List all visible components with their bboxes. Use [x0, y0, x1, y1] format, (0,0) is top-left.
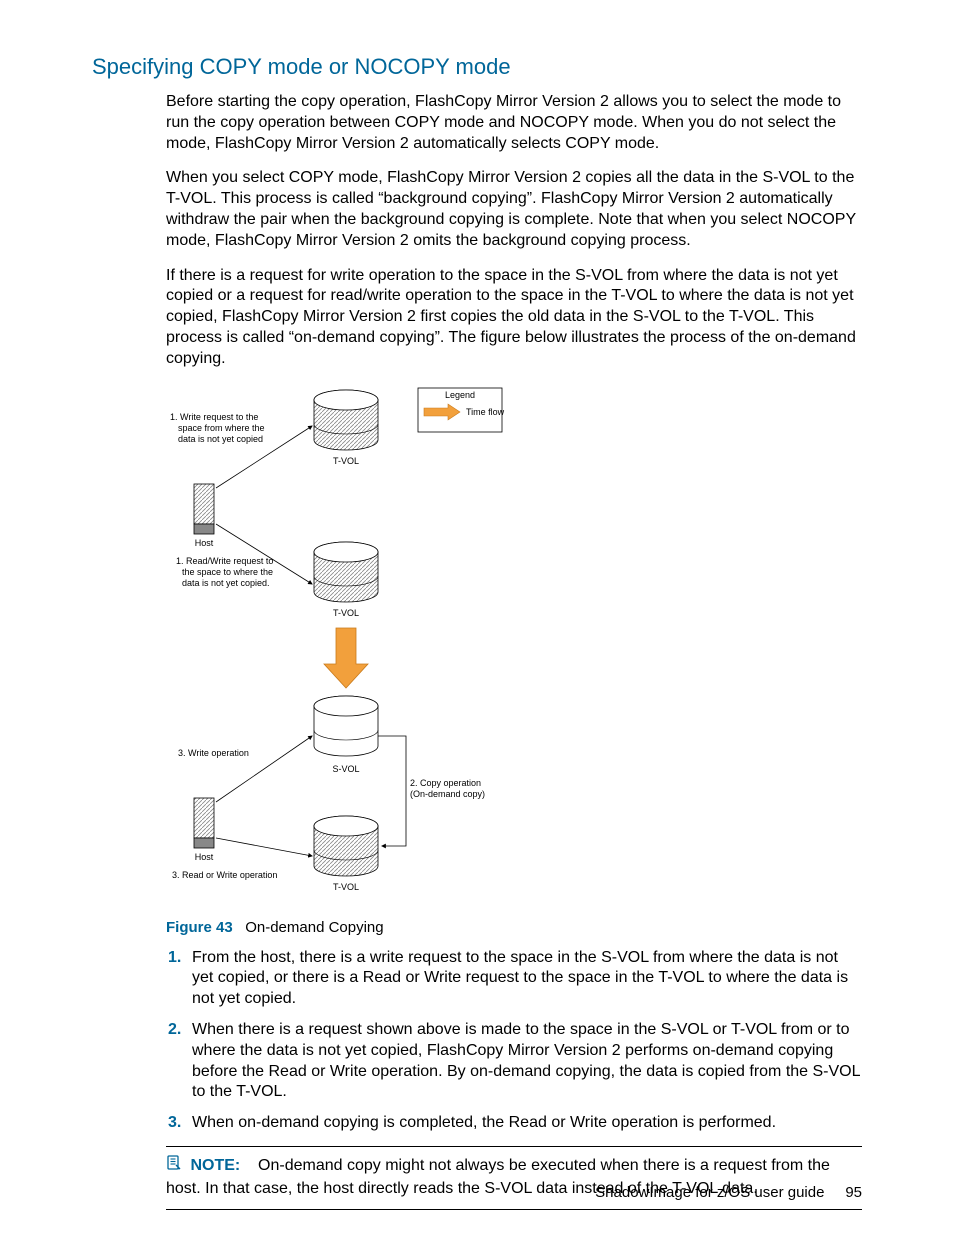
read-request-l1: 1. Read/Write request to — [176, 556, 273, 566]
note-icon — [166, 1155, 182, 1178]
tvol-label-3: T-VOL — [333, 882, 359, 892]
list-item: When there is a request shown above is m… — [188, 1020, 862, 1103]
write-request-l1: 1. Write request to the — [170, 412, 258, 422]
read-request-l2: the space to where the — [182, 567, 273, 577]
host-icon-2 — [194, 798, 214, 848]
svol-cylinder — [314, 696, 378, 756]
footer-page-number: 95 — [845, 1184, 862, 1201]
tvol-label-1: T-VOL — [333, 456, 359, 466]
figure-number: Figure 43 — [166, 919, 233, 936]
paragraph-1: Before starting the copy operation, Flas… — [166, 92, 862, 154]
host-label-1: Host — [195, 538, 214, 548]
flow-arrow-icon — [324, 628, 368, 688]
list-item: When on-demand copying is completed, the… — [188, 1113, 862, 1134]
footer-title: ShadowImage for z/OS user guide — [595, 1184, 824, 1201]
tvol-label-2: T-VOL — [333, 608, 359, 618]
copy-op-l2: (On-demand copy) — [410, 789, 485, 799]
list-item: From the host, there is a write request … — [188, 948, 862, 1010]
figure-caption: Figure 43 On-demand Copying — [166, 919, 862, 936]
svol-label: S-VOL — [332, 764, 359, 774]
tvol-cylinder-2 — [314, 542, 378, 602]
paragraph-2: When you select COPY mode, FlashCopy Mir… — [166, 168, 862, 251]
write-request-l2: space from where the — [178, 423, 265, 433]
host-icon — [194, 484, 214, 534]
read-write-op-label: 3. Read or Write operation — [172, 870, 277, 880]
write-request-l3: data is not yet copied — [178, 434, 263, 444]
figure-diagram: Legend Time flow Host T-VOL — [166, 384, 506, 904]
figure-43: Legend Time flow Host T-VOL — [166, 384, 862, 909]
figure-steps-list: From the host, there is a write request … — [166, 948, 862, 1134]
note-label: NOTE: — [190, 1157, 240, 1174]
host-label-2: Host — [195, 852, 214, 862]
legend-timeflow: Time flow — [466, 407, 505, 417]
write-op-label: 3. Write operation — [178, 748, 249, 758]
legend-title: Legend — [445, 390, 475, 400]
tvol-cylinder-top — [314, 390, 378, 450]
section-heading: Specifying COPY mode or NOCOPY mode — [92, 54, 862, 80]
read-request-l3: data is not yet copied. — [182, 578, 270, 588]
paragraph-3: If there is a request for write operatio… — [166, 266, 862, 370]
tvol-cylinder-3 — [314, 816, 378, 876]
copy-op-l1: 2. Copy operation — [410, 778, 481, 788]
page-footer: ShadowImage for z/OS user guide 95 — [595, 1184, 862, 1201]
figure-title: On-demand Copying — [245, 919, 383, 936]
